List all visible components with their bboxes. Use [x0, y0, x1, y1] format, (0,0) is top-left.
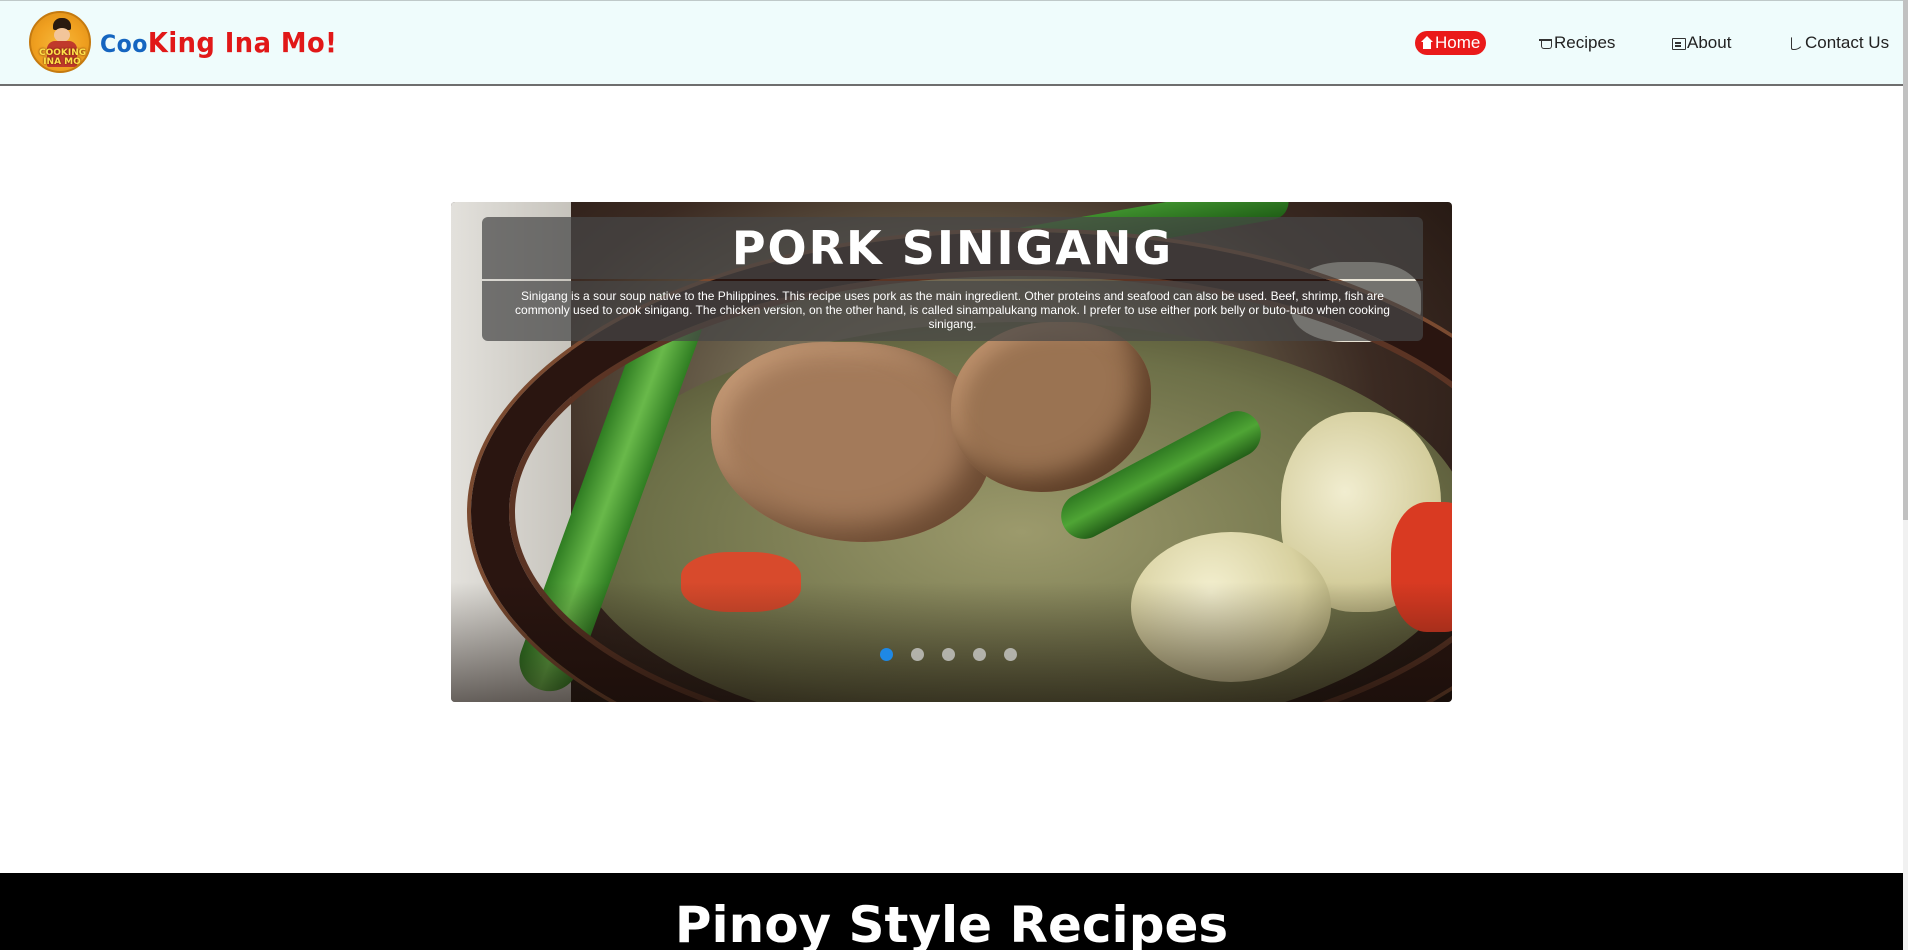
logo-text: COOKING INA MO	[39, 48, 87, 67]
carousel-image-shadow	[451, 582, 1452, 702]
section-title: Pinoy Style Recipes	[674, 896, 1229, 950]
newspaper-icon	[1672, 36, 1686, 50]
carousel-dot-1[interactable]	[880, 648, 893, 661]
page-scrollbar[interactable]	[1903, 0, 1908, 950]
nav-recipes-label: Recipes	[1554, 33, 1616, 52]
brand-name[interactable]: CooKing Ina Mo!	[100, 26, 337, 61]
nav-contact-label: Contact Us	[1805, 33, 1890, 52]
home-icon	[1420, 36, 1434, 50]
recipes-section-banner: Pinoy Style Recipes	[0, 873, 1903, 950]
pot-icon	[1539, 36, 1553, 50]
site-header: COOKING INA MO CooKing Ina Mo! Home Recip…	[0, 0, 1903, 86]
nav-contact[interactable]: Contact Us	[1790, 31, 1889, 55]
site-logo[interactable]: COOKING INA MO	[29, 11, 91, 73]
brand-part-2: King Ina Mo!	[147, 26, 338, 59]
nav-about-label: About	[1687, 33, 1732, 52]
carousel-dot-4[interactable]	[973, 648, 986, 661]
nav-home[interactable]: Home	[1415, 31, 1487, 55]
carousel-dot-2[interactable]	[911, 648, 924, 661]
phone-icon	[1790, 36, 1804, 50]
slide-title: PORK SINIGANG	[482, 217, 1423, 279]
nav-about[interactable]: About	[1672, 31, 1731, 55]
slide-description: Sinigang is a sour soup native to the Ph…	[482, 281, 1423, 341]
nav-recipes[interactable]: Recipes	[1539, 31, 1615, 55]
carousel-dot-3[interactable]	[942, 648, 955, 661]
carousel-indicators	[880, 648, 1017, 661]
carousel-dot-5[interactable]	[1004, 648, 1017, 661]
brand-part-1: Coo	[100, 30, 148, 58]
chef-face-icon	[54, 28, 70, 42]
nav-home-label: Home	[1435, 33, 1481, 52]
scrollbar-thumb[interactable]	[1903, 0, 1908, 520]
